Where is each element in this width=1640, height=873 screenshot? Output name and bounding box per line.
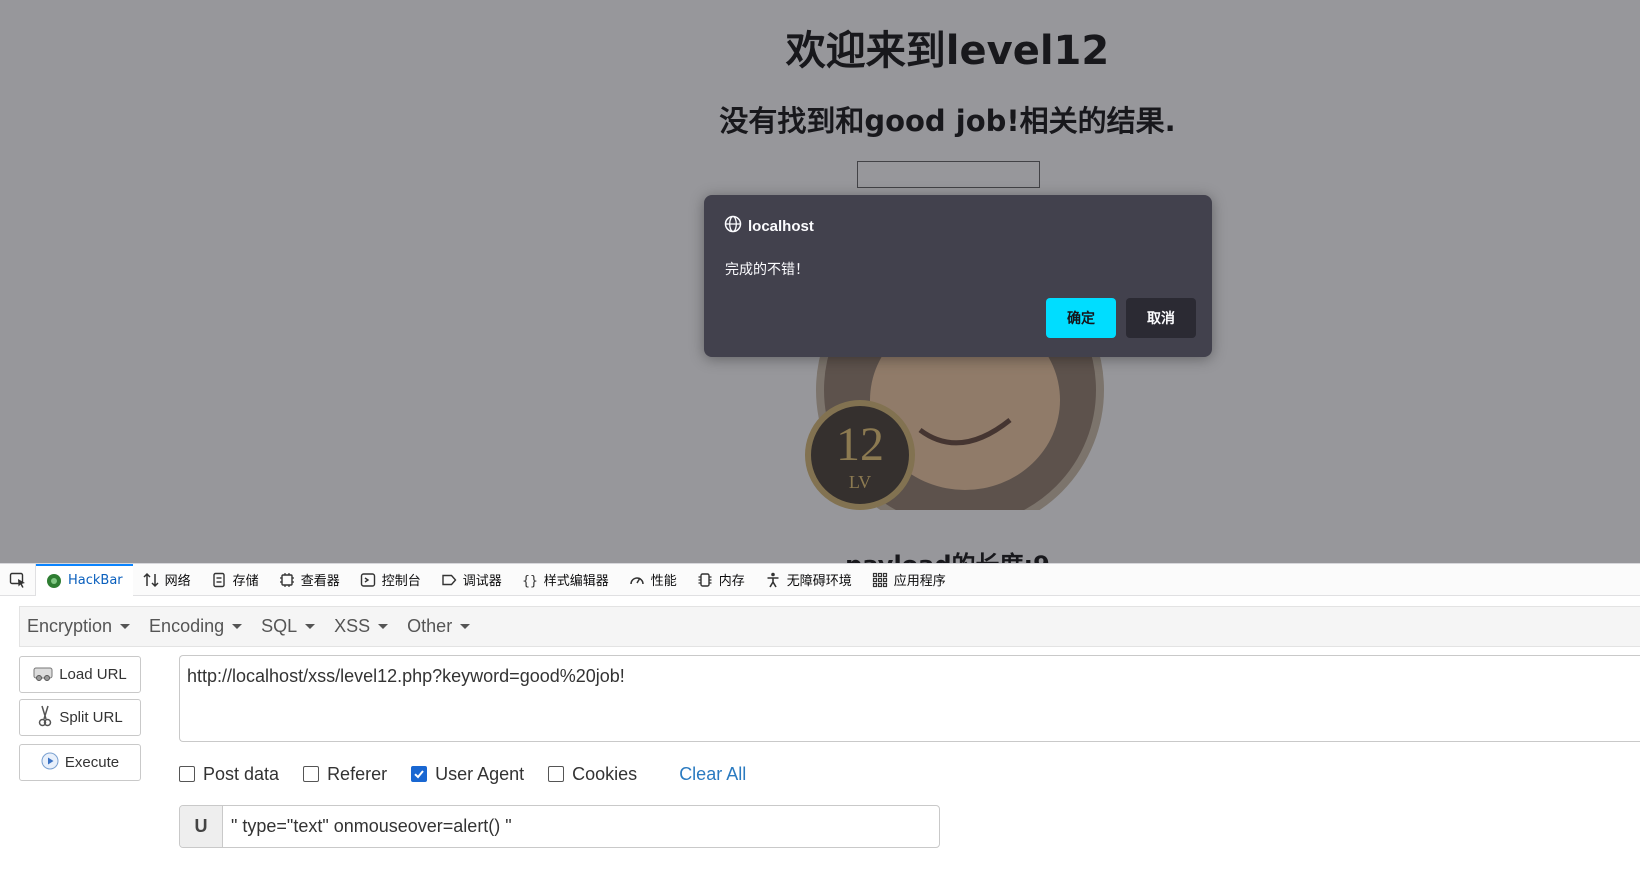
hackbar-options: Post data Referer User Agent Cookies Cle…: [179, 760, 746, 788]
tab-label: 调试器: [462, 574, 502, 589]
menu-encryption[interactable]: Encryption: [20, 616, 142, 637]
scissors-icon: [37, 705, 53, 731]
check-icon: [414, 770, 424, 779]
accessibility-icon: [765, 572, 781, 588]
menu-sql[interactable]: SQL: [254, 616, 327, 637]
tab-console[interactable]: 控制台: [350, 564, 431, 596]
clear-all-link[interactable]: Clear All: [679, 764, 746, 785]
user-agent-checkbox[interactable]: User Agent: [411, 764, 524, 785]
url-textarea[interactable]: http://localhost/xss/level12.php?keyword…: [179, 655, 1640, 742]
tab-accessibility[interactable]: 无障碍环境: [755, 564, 862, 596]
split-url-button[interactable]: Split URL: [19, 699, 141, 736]
load-url-label: Load URL: [59, 666, 127, 683]
menu-xss[interactable]: XSS: [327, 616, 400, 637]
style-editor-icon: {}: [522, 572, 538, 588]
split-url-label: Split URL: [59, 709, 123, 726]
dialog-message: 完成的不错！: [725, 262, 809, 278]
tab-label: 性能: [650, 574, 677, 589]
application-icon: [872, 572, 888, 588]
load-url-icon: [33, 664, 53, 686]
execute-label: Execute: [64, 754, 120, 771]
tab-label: 查看器: [300, 574, 340, 589]
ok-button[interactable]: 确定: [1046, 298, 1116, 338]
storage-icon: [211, 572, 227, 588]
caret-down-icon: [232, 624, 243, 629]
devtools-toolbar: HackBar 网络 存储 查看器 控制台 调试器 {} 样式编辑器 性能 内存…: [0, 563, 1640, 596]
debugger-icon: [441, 572, 457, 588]
tab-label: 网络: [164, 574, 191, 589]
tab-label: 样式编辑器: [543, 574, 609, 589]
tab-performance[interactable]: 性能: [619, 564, 687, 596]
dialog-origin-label: localhost: [748, 217, 814, 235]
checkbox-label: Post data: [203, 763, 280, 784]
menu-label: XSS: [334, 616, 371, 636]
menu-label: Other: [407, 616, 453, 636]
play-icon: [41, 752, 59, 774]
menu-encoding[interactable]: Encoding: [142, 616, 254, 637]
cookies-checkbox[interactable]: Cookies: [548, 764, 637, 785]
tab-label: 内存: [718, 574, 745, 589]
caret-down-icon: [378, 624, 389, 629]
tab-inspector[interactable]: 查看器: [269, 564, 350, 596]
checkbox[interactable]: [179, 766, 195, 782]
element-picker-icon[interactable]: [0, 563, 36, 596]
menu-label: SQL: [261, 616, 298, 636]
checkbox[interactable]: [548, 766, 565, 782]
checkbox-label: Cookies: [572, 763, 638, 784]
performance-icon: [629, 572, 645, 588]
alert-dialog: localhost 完成的不错！ 确定 取消: [704, 195, 1212, 357]
network-icon: [143, 572, 159, 588]
hackbar-icon: [46, 573, 62, 589]
tab-label: 应用程序: [893, 574, 946, 589]
checkbox-label: User Agent: [435, 763, 525, 784]
globe-icon: [724, 215, 742, 237]
memory-icon: [697, 572, 713, 588]
caret-down-icon: [120, 624, 131, 629]
menu-other[interactable]: Other: [400, 616, 482, 637]
cancel-button[interactable]: 取消: [1126, 298, 1196, 338]
caret-down-icon: [305, 624, 316, 629]
inspector-icon: [279, 572, 295, 588]
execute-button[interactable]: Execute: [19, 744, 141, 781]
svg-text:{}: {}: [522, 574, 538, 588]
tab-memory[interactable]: 内存: [687, 564, 755, 596]
tab-debugger[interactable]: 调试器: [431, 564, 512, 596]
referer-checkbox[interactable]: Referer: [303, 764, 387, 785]
dialog-origin: localhost: [724, 215, 814, 237]
menu-label: Encoding: [149, 616, 225, 636]
menu-label: Encryption: [27, 616, 113, 636]
load-url-button[interactable]: Load URL: [19, 656, 141, 693]
devtools-panel: HackBar 网络 存储 查看器 控制台 调试器 {} 样式编辑器 性能 内存…: [0, 563, 1640, 873]
tab-storage[interactable]: 存储: [201, 564, 269, 596]
post-data-checkbox[interactable]: Post data: [179, 764, 279, 785]
tab-network[interactable]: 网络: [133, 564, 201, 596]
user-agent-input[interactable]: " type="text" onmouseover=alert() ": [223, 806, 939, 847]
checkbox-label: Referer: [327, 763, 388, 784]
tab-style-editor[interactable]: {} 样式编辑器: [512, 564, 619, 596]
tab-label: 控制台: [381, 574, 421, 589]
caret-down-icon: [460, 624, 471, 629]
tab-label: 存储: [232, 574, 259, 589]
tab-label: HackBar: [68, 573, 123, 588]
tab-hackbar[interactable]: HackBar: [36, 563, 133, 596]
checkbox[interactable]: [303, 766, 320, 782]
tab-label: 无障碍环境: [786, 574, 852, 589]
checkbox[interactable]: [411, 766, 428, 782]
console-icon: [360, 572, 376, 588]
user-agent-prefix: U: [180, 806, 223, 847]
user-agent-field[interactable]: U " type="text" onmouseover=alert() ": [179, 805, 940, 848]
hackbar-menubar: Encryption Encoding SQL XSS Other: [19, 606, 1640, 647]
tab-application[interactable]: 应用程序: [862, 564, 956, 596]
